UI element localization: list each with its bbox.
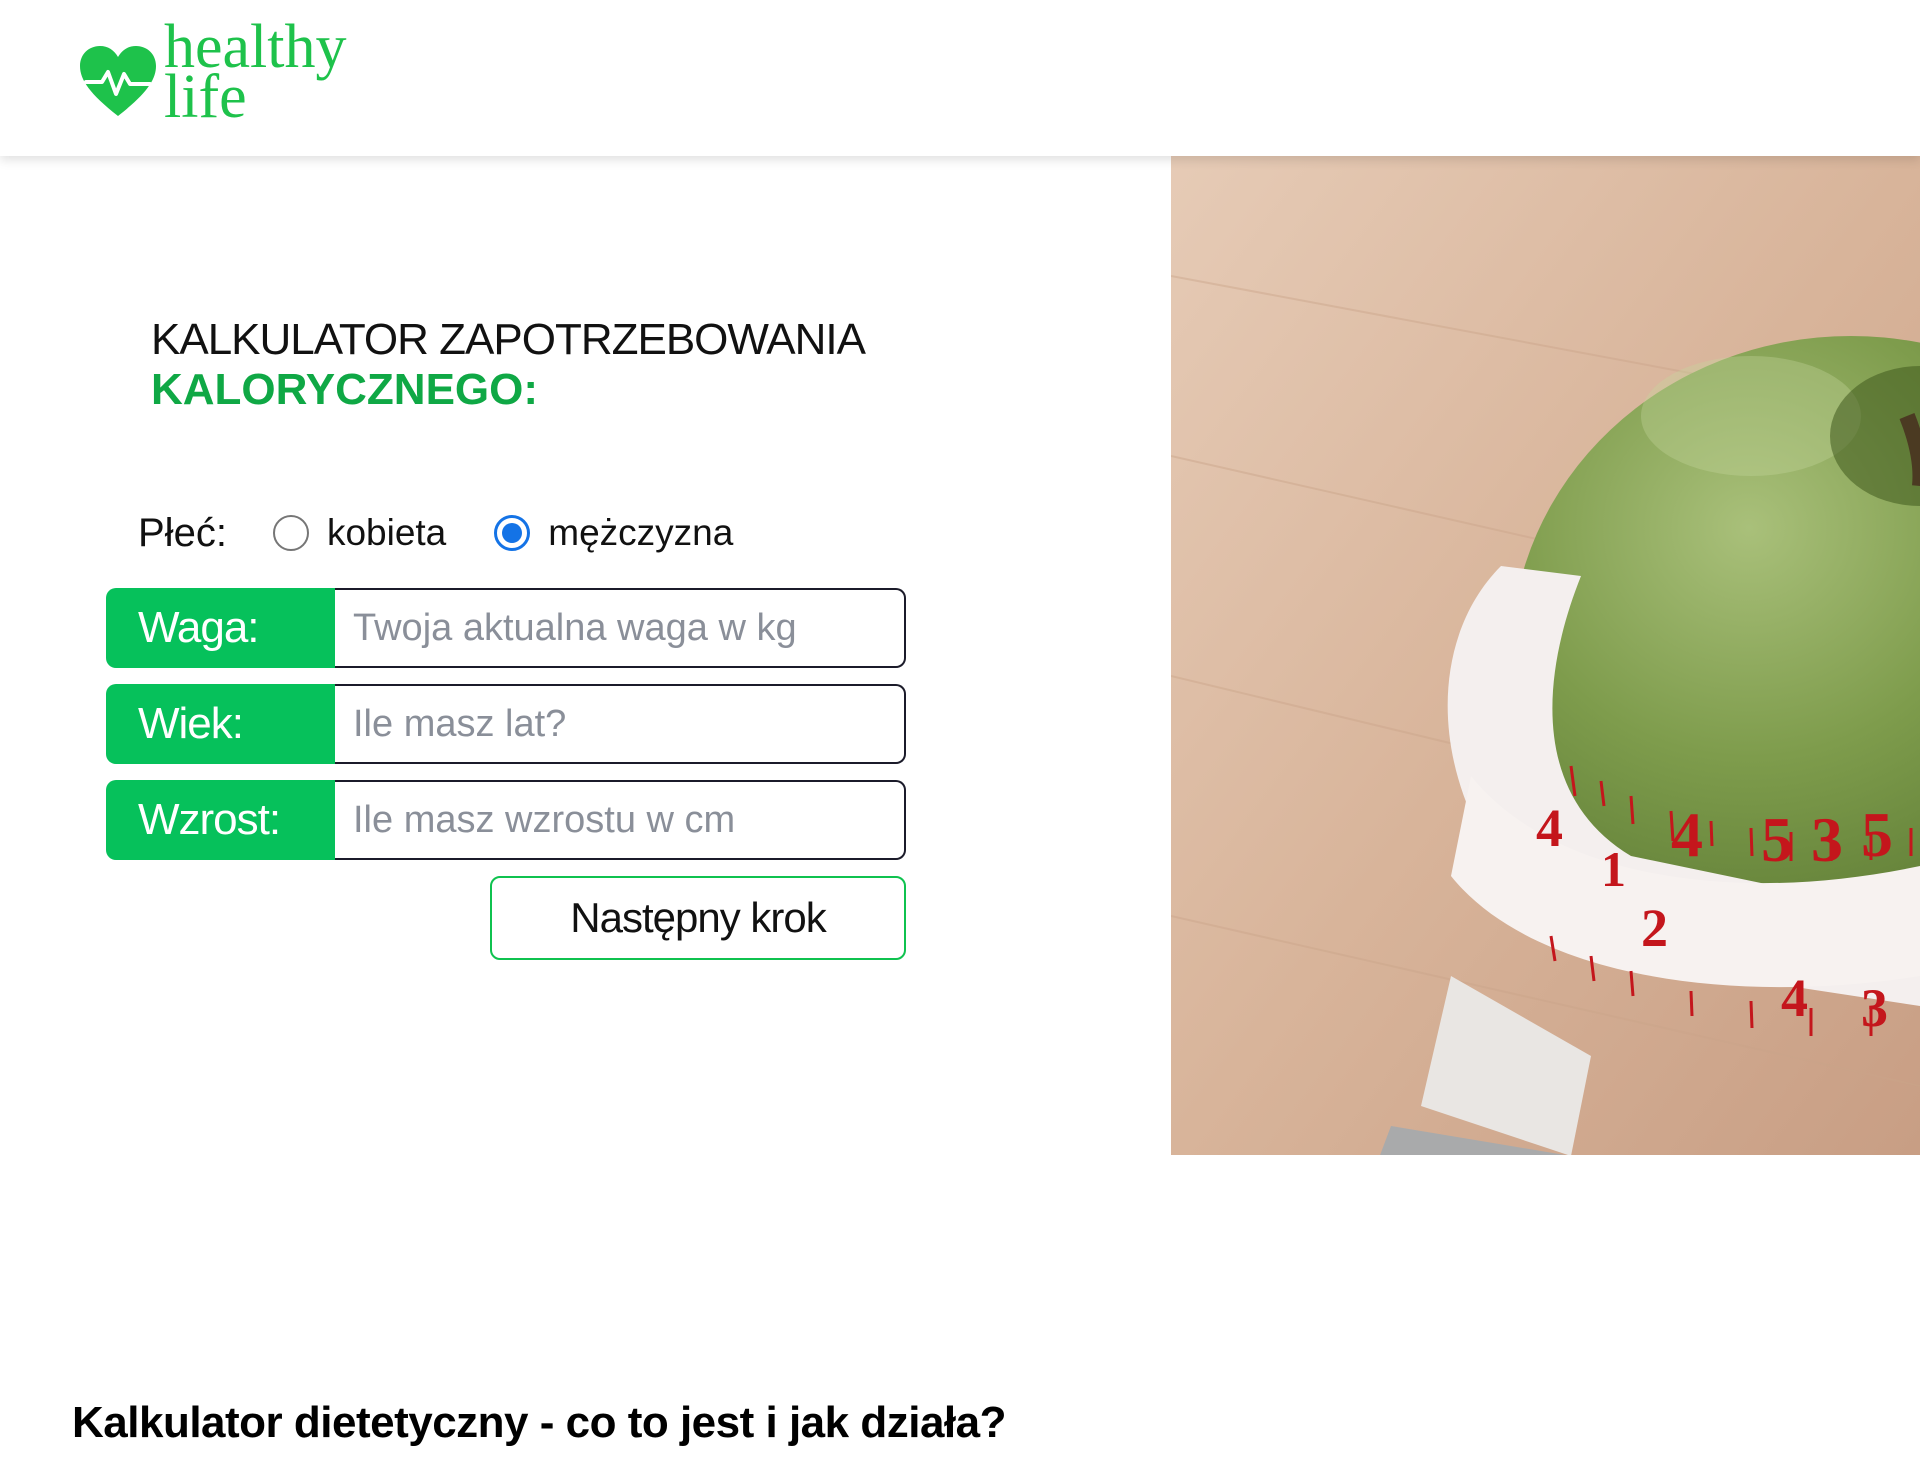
tape-number-7: 1 [1601, 841, 1626, 897]
radio-female[interactable] [272, 515, 309, 551]
gender-label: Płeć: [138, 510, 227, 555]
calculator-title: KALKULATOR ZAPOTRZEBOWANIA KALORYCZNEGO: [151, 315, 866, 415]
age-field: Wiek: [106, 684, 906, 764]
tape-number-3: 3 [1811, 804, 1843, 875]
weight-input[interactable] [335, 588, 906, 668]
hero-apple-photo: 4 5 3 5 4 2 1 4 3 [1171, 156, 1920, 1155]
tape-number-2: 5 [1761, 804, 1793, 875]
height-input[interactable] [335, 780, 906, 860]
brand-name: healthy life [164, 16, 347, 128]
heart-pulse-icon [80, 46, 156, 116]
calculator-title-line2: KALORYCZNEGO: [151, 365, 539, 414]
tape-number-9: 3 [1861, 978, 1888, 1038]
weight-label: Waga: [106, 588, 335, 668]
gender-option-male[interactable]: mężczyzna [494, 512, 733, 554]
height-label: Wzrost: [106, 780, 335, 860]
radio-male[interactable] [494, 515, 531, 551]
tape-number-1: 4 [1671, 799, 1703, 870]
gender-option-male-label: mężczyzna [548, 512, 734, 553]
brand-logo[interactable]: healthy life [78, 16, 347, 128]
next-step-button[interactable]: Następny krok [490, 876, 906, 960]
gender-selector: Płeć: kobieta mężczyzna [138, 505, 781, 561]
height-field: Wzrost: [106, 780, 906, 860]
article-heading: Kalkulator dietetyczny - co to jest i ja… [72, 1398, 1006, 1447]
tape-number-4: 5 [1861, 799, 1893, 870]
apple-measuring-tape-illustration: 4 5 3 5 4 2 1 4 3 [1171, 156, 1920, 1155]
age-input[interactable] [335, 684, 906, 764]
tape-number-6: 2 [1641, 898, 1668, 958]
tape-number-5: 4 [1536, 798, 1563, 858]
gender-option-female-label: kobieta [326, 512, 447, 553]
calculator-title-line1: KALKULATOR ZAPOTRZEBOWANIA [151, 315, 866, 364]
tape-number-8: 4 [1781, 968, 1808, 1028]
age-label: Wiek: [106, 684, 335, 764]
gender-option-female[interactable]: kobieta [272, 512, 447, 554]
site-header: healthy life [0, 0, 1920, 156]
weight-field: Waga: [106, 588, 906, 668]
